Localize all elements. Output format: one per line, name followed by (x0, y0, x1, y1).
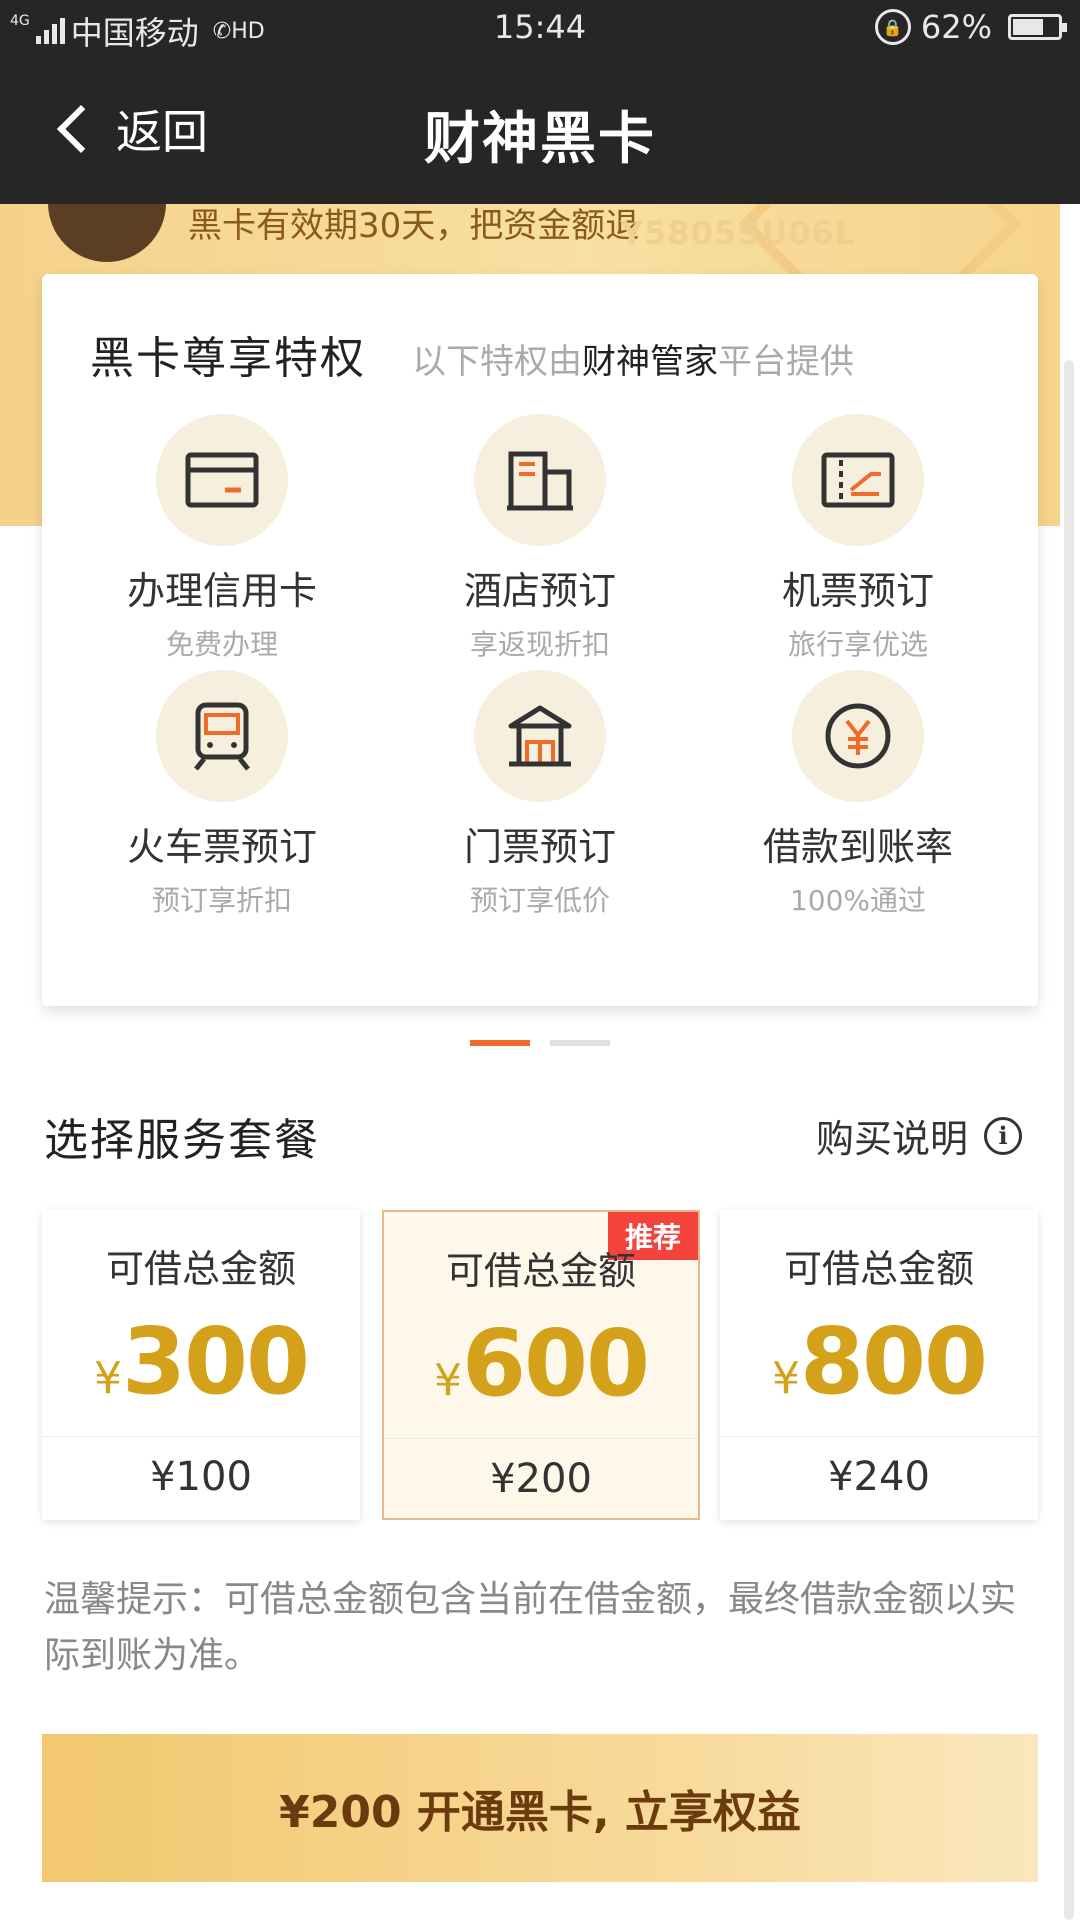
privilege-credit-card[interactable]: 办理信用卡 免费办理 (72, 414, 372, 663)
privilege-hotel[interactable]: 酒店预订 享返现折扣 (390, 414, 690, 663)
privilege-sub: 预订享低价 (469, 884, 610, 917)
privileges-card[interactable]: 黑卡尊享特权 以下特权由财神管家平台提供 办理信用卡 免费办理 酒店预订 享返现… (42, 274, 1038, 1006)
card-validity-text: 黑卡有效期30天，把资金额退 (188, 206, 640, 246)
carousel-dot[interactable] (550, 1040, 610, 1046)
provider-prefix: 以下特权由 (412, 342, 582, 382)
divider (42, 1436, 360, 1437)
privilege-name: 酒店预订 (463, 569, 616, 613)
privilege-sub: 100%通过 (789, 884, 927, 917)
package-option[interactable]: 可借总金额 ¥300 ¥100 (42, 1210, 360, 1520)
package-label: 可借总金额 (783, 1247, 974, 1291)
info-icon: i (984, 1116, 1022, 1155)
package-price: ¥240 (828, 1454, 930, 1500)
warm-tip: 温馨提示：可借总金额包含当前在借金额，最终借款金额以实际到账为准。 (44, 1579, 1017, 1676)
amount-value: 600 (461, 1310, 650, 1417)
carousel-indicator (0, 1040, 1080, 1046)
buy-info-link[interactable]: 购买说明 i (816, 1108, 1022, 1163)
amount-value: 300 (121, 1308, 310, 1415)
currency-symbol: ¥ (93, 1353, 122, 1404)
privilege-attraction[interactable]: 门票预订 预订享低价 (390, 670, 690, 919)
hotel-icon (474, 414, 606, 546)
provider-name: 财神管家 (582, 342, 718, 382)
activate-black-card-button[interactable]: ¥200 开通黑卡, 立享权益 (42, 1734, 1038, 1882)
battery-fill (1013, 19, 1043, 35)
privilege-train[interactable]: 火车票预订 预订享折扣 (72, 670, 372, 919)
yen-coin-icon (792, 670, 924, 802)
rotation-lock-icon: 🔒 (874, 9, 911, 45)
battery-icon (1008, 14, 1067, 40)
package-price: ¥200 (490, 1456, 592, 1502)
provider-suffix: 平台提供 (718, 342, 854, 382)
privilege-name: 门票预订 (463, 825, 616, 869)
card-number: Y5805SU06L (620, 214, 857, 252)
privileges-title: 黑卡尊享特权 (90, 333, 366, 384)
privilege-name: 机票预订 (781, 569, 934, 613)
privilege-flight[interactable]: 机票预订 旅行享优选 (708, 414, 1008, 663)
avatar (48, 204, 166, 262)
privilege-loan-rate[interactable]: 借款到账率 100%通过 (708, 670, 1008, 919)
plane-ticket-icon (792, 414, 924, 546)
train-icon (156, 670, 288, 802)
status-bar: 4G 中国移动 ✆HD 15:44 🔒 62% (0, 0, 1080, 56)
privilege-sub: 预订享折扣 (151, 884, 292, 917)
package-label: 可借总金额 (105, 1247, 296, 1291)
nav-bar: 返回 财神黑卡 (0, 56, 1080, 204)
package-option-selected[interactable]: 推荐 可借总金额 ¥600 ¥200 (382, 1210, 700, 1520)
privilege-name: 办理信用卡 (126, 569, 317, 613)
package-amount: ¥300 (42, 1308, 360, 1415)
buy-info-label: 购买说明 (815, 1117, 968, 1161)
currency-symbol: ¥ (771, 1353, 800, 1404)
section-title: 选择服务套餐 (44, 1115, 320, 1166)
carousel-dot-active[interactable] (470, 1040, 530, 1046)
package-price: ¥100 (150, 1454, 252, 1500)
privilege-sub: 免费办理 (165, 628, 278, 661)
divider (720, 1436, 1038, 1437)
package-label: 可借总金额 (445, 1249, 636, 1293)
privilege-name: 火车票预订 (126, 825, 317, 869)
provider-note: 以下特权由财神管家平台提供 (412, 334, 854, 383)
attraction-gate-icon (474, 670, 606, 802)
privileges-header: 黑卡尊享特权 以下特权由财神管家平台提供 (90, 322, 854, 386)
amount-value: 800 (799, 1308, 988, 1415)
credit-card-icon (156, 414, 288, 546)
currency-symbol: ¥ (433, 1355, 462, 1406)
page-title: 财神黑卡 (424, 107, 656, 172)
privilege-name: 借款到账率 (762, 825, 953, 869)
package-amount: ¥600 (384, 1310, 698, 1417)
privilege-sub: 旅行享优选 (787, 628, 928, 661)
package-amount: ¥800 (720, 1308, 1038, 1415)
package-option[interactable]: 可借总金额 ¥800 ¥240 (720, 1210, 1038, 1520)
status-right: 🔒 62% (874, 8, 1067, 46)
scrollbar[interactable] (1064, 360, 1074, 1920)
divider (384, 1438, 698, 1439)
battery-percent: 62% (920, 8, 992, 46)
privilege-sub: 享返现折扣 (469, 628, 610, 661)
